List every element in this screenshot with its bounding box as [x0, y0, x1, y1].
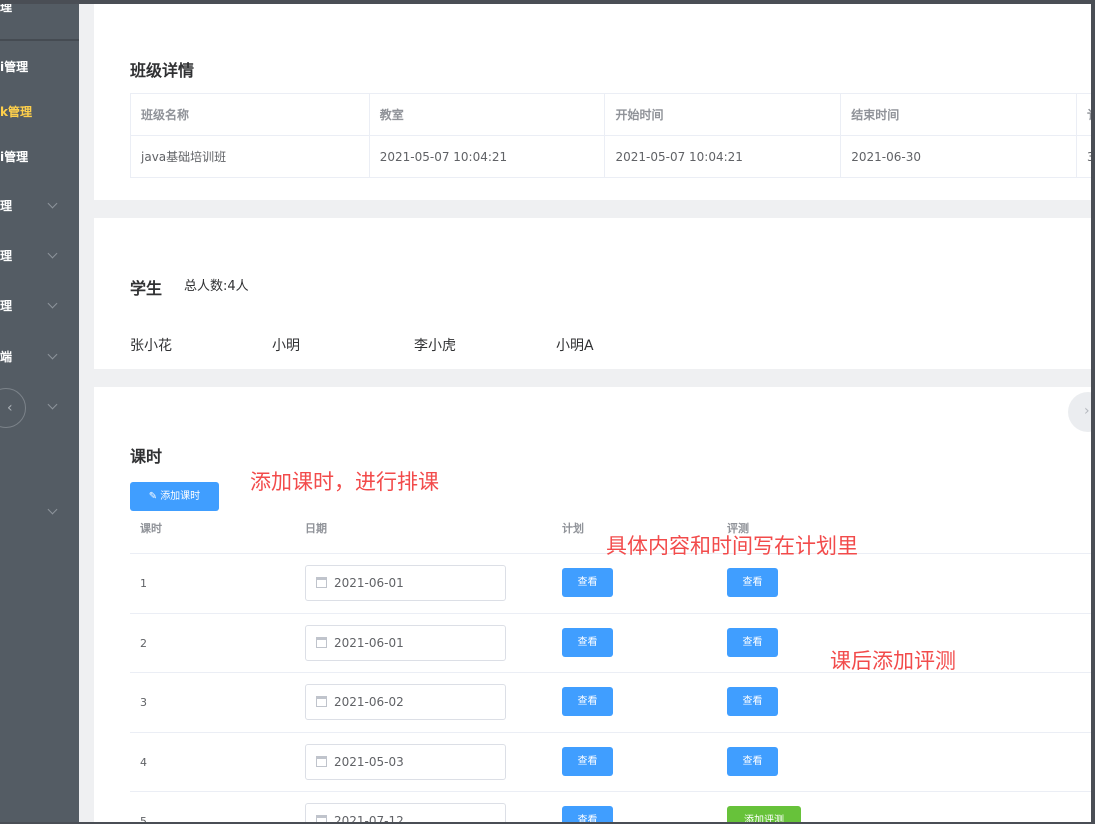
sidebar: 理 i管理 k管理 i管理 理 理 理 端 ‹ — [0, 0, 79, 824]
class-detail-table: 班级名称 教室 开始时间 结束时间 讠 java基础培训班 2021-05-07… — [130, 93, 1091, 178]
add-eval-button[interactable]: 添加评测 — [727, 806, 801, 822]
chevron-down-icon — [47, 298, 58, 309]
table-cell: 2021-05-07 10:04:21 — [604, 135, 842, 178]
student-name: 小明A — [556, 338, 594, 354]
date-picker[interactable]: 2021-06-01 — [305, 625, 506, 661]
row-divider — [130, 732, 1091, 733]
table-row: java基础培训班 2021-05-07 10:04:21 2021-05-07… — [130, 135, 1091, 178]
annotation-eval-note: 课后添加评测 — [830, 649, 956, 673]
table-header-cell: 班级名称 — [130, 93, 370, 136]
date-picker[interactable]: 2021-06-01 — [305, 565, 506, 601]
student-name: 小明 — [272, 338, 300, 354]
sidebar-item-label: 理 — [0, 249, 13, 263]
view-eval-button[interactable]: 查看 — [727, 568, 778, 597]
lesson-number: 4 — [140, 756, 147, 769]
column-header-plan: 计划 — [562, 522, 584, 535]
sidebar-item-6[interactable]: 理 — [0, 283, 79, 329]
calendar-icon — [316, 815, 327, 822]
student-count: 总人数:4人 — [184, 279, 249, 294]
view-plan-button[interactable]: 查看 — [562, 806, 613, 822]
table-cell: 2021-05-07 10:04:21 — [368, 135, 606, 178]
edit-icon: ✎ — [148, 491, 158, 502]
table-header-cell: 开始时间 — [604, 93, 842, 136]
sidebar-item-1[interactable]: i管理 — [0, 44, 79, 90]
calendar-icon — [316, 696, 327, 707]
chevron-down-icon — [47, 248, 58, 259]
add-lesson-label: 添加课时 — [160, 491, 201, 502]
sidebar-item-7[interactable]: 端 — [0, 334, 79, 380]
calendar-icon — [316, 637, 327, 648]
view-eval-button[interactable]: 查看 — [727, 747, 778, 776]
sidebar-item-label: i管理 — [0, 60, 29, 74]
row-divider — [130, 613, 1091, 614]
table-header-cell: 讠 — [1075, 93, 1091, 136]
sidebar-item-label: k管理 — [0, 105, 32, 119]
view-eval-button[interactable]: 查看 — [727, 628, 778, 657]
lesson-number: 3 — [140, 696, 147, 709]
window-frame-top — [0, 0, 1095, 4]
annotation-plan-note: 具体内容和时间写在计划里 — [606, 534, 858, 558]
sidebar-item-5[interactable]: 理 — [0, 233, 79, 279]
table-cell: 2021-06-30 — [840, 135, 1077, 178]
table-header-cell: 结束时间 — [840, 93, 1077, 136]
calendar-icon — [316, 577, 327, 588]
annotation-add-lesson: 添加课时，进行排课 — [250, 470, 439, 494]
sidebar-item-3[interactable]: i管理 — [0, 134, 79, 180]
add-lesson-button[interactable]: ✎ 添加课时 — [130, 482, 219, 511]
date-value: 2021-06-01 — [334, 576, 404, 590]
sidebar-divider — [0, 39, 79, 41]
table-cell: java基础培训班 — [130, 135, 370, 178]
sidebar-item-4[interactable]: 理 — [0, 183, 79, 229]
chevron-down-icon — [47, 399, 58, 410]
sidebar-item-label: 理 — [0, 0, 13, 14]
sidebar-item-2-active[interactable]: k管理 — [0, 89, 79, 135]
table-header-row: 班级名称 教室 开始时间 结束时间 讠 — [130, 93, 1091, 136]
class-detail-title: 班级详情 — [130, 61, 195, 80]
view-plan-button[interactable]: 查看 — [562, 747, 613, 776]
students-panel: 学生 总人数:4人 张小花 小明 李小虎 小明A — [94, 218, 1091, 369]
sidebar-item-label: i管理 — [0, 150, 29, 164]
date-picker[interactable]: 2021-07-12 — [305, 803, 506, 822]
chevron-down-icon — [47, 198, 58, 209]
date-picker[interactable]: 2021-06-02 — [305, 684, 506, 720]
view-plan-button[interactable]: 查看 — [562, 687, 613, 716]
column-header-lesson: 课时 — [140, 522, 162, 535]
date-picker[interactable]: 2021-05-03 — [305, 744, 506, 780]
sidebar-item-9[interactable] — [0, 489, 79, 535]
sidebar-item-label: 端 — [0, 350, 13, 364]
chevron-down-icon — [47, 349, 58, 360]
table-cell: 3 — [1075, 135, 1091, 178]
student-name: 张小花 — [130, 338, 172, 354]
view-plan-button[interactable]: 查看 — [562, 628, 613, 657]
date-value: 2021-07-12 — [334, 814, 404, 822]
view-eval-button[interactable]: 查看 — [727, 687, 778, 716]
sidebar-item-label: 理 — [0, 199, 13, 213]
table-header-cell: 教室 — [368, 93, 606, 136]
arrow-left-icon: ‹ — [7, 400, 13, 416]
arrow-right-icon: › — [1084, 403, 1090, 419]
chevron-down-icon — [47, 504, 58, 515]
view-plan-button[interactable]: 查看 — [562, 568, 613, 597]
window-frame-right — [1091, 0, 1095, 824]
lesson-number: 1 — [140, 577, 147, 590]
calendar-icon — [316, 756, 327, 767]
lesson-number: 5 — [140, 815, 147, 822]
student-name: 李小虎 — [414, 338, 456, 354]
lessons-title: 课时 — [130, 447, 163, 466]
students-title: 学生 — [130, 279, 163, 298]
date-value: 2021-05-03 — [334, 755, 404, 769]
class-detail-panel: 班级详情 班级名称 教室 开始时间 结束时间 讠 java基础培训班 2021-… — [94, 4, 1091, 200]
date-value: 2021-06-01 — [334, 636, 404, 650]
date-value: 2021-06-02 — [334, 695, 404, 709]
column-header-date: 日期 — [305, 522, 327, 535]
lesson-number: 2 — [140, 637, 147, 650]
row-divider — [130, 791, 1091, 792]
sidebar-item-0[interactable]: 理 — [0, 0, 79, 30]
sidebar-item-label: 理 — [0, 299, 13, 313]
lessons-panel: 课时 ✎ 添加课时 课时 日期 计划 评测 1 2021-06-01 查看 查看 … — [94, 387, 1091, 822]
